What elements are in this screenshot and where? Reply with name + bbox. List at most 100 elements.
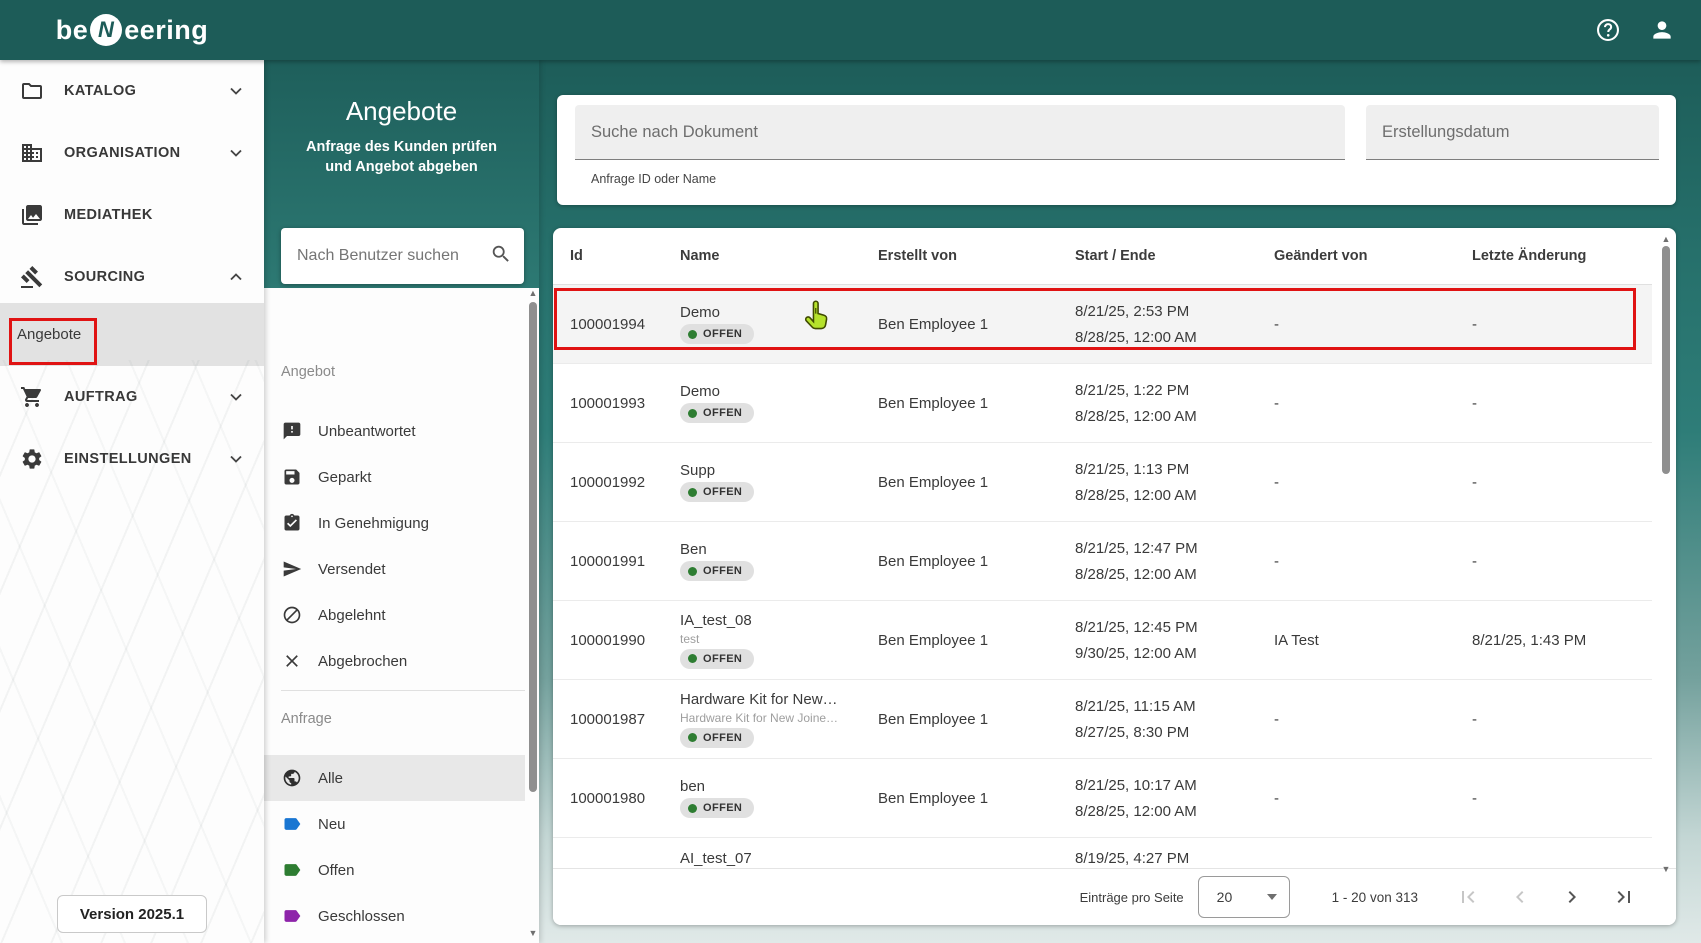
status-badge: OFFEN (680, 324, 755, 344)
sidebar-item-label: SOURCING (64, 269, 146, 285)
table-row[interactable]: 100001987 Hardware Kit for New… Hardware K… (553, 680, 1652, 759)
cell-name: IA_test_08 test OFFEN (680, 612, 878, 669)
first-page-icon[interactable] (1456, 885, 1480, 909)
table-row[interactable]: 100001991 Ben OFFEN Ben Employee 1 8/21/25, … (553, 522, 1652, 601)
next-page-icon[interactable] (1560, 885, 1584, 909)
cell-start-end: 8/21/25, 1:13 PM 8/28/25, 12:00 AM (1075, 461, 1274, 504)
start-date: 8/21/25, 1:13 PM (1075, 460, 1190, 478)
filter-item-final[interactable]: Final (264, 939, 525, 943)
sidebar-item-mediathek[interactable]: MEDIATHEK (0, 184, 264, 246)
table-row[interactable]: 100001993 Demo OFFEN Ben Employee 1 8/21/25,… (553, 364, 1652, 443)
status-badge: OFFEN (680, 403, 755, 423)
chevron-down-icon (226, 81, 246, 101)
filter-item-unbeantwortet[interactable]: Unbeantwortet (264, 408, 525, 454)
send-icon (282, 559, 302, 579)
offer-subtitle: Hardware Kit for New Joine… (680, 710, 839, 725)
status-badge-label: OFFEN (703, 731, 743, 744)
sidebar-item-auftrag[interactable]: AUFTRAG (0, 366, 264, 428)
sidebar-subitem-label: Angebote (17, 326, 82, 343)
user-search-input[interactable]: Nach Benutzer suchen (281, 228, 524, 284)
cell-id: 100001991 (570, 552, 646, 570)
filter-item-geparkt[interactable]: Geparkt (264, 454, 525, 500)
user-icon[interactable] (1649, 17, 1675, 43)
end-date: 8/28/25, 12:00 AM (1075, 407, 1197, 425)
cell-name: Supp OFFEN (680, 462, 878, 502)
end-date: 9/30/25, 12:00 AM (1075, 644, 1197, 662)
status-dot-icon (688, 733, 697, 742)
version-button[interactable]: Version 2025.1 (57, 895, 207, 933)
table-scrollbar[interactable]: ▲ ▼ (1660, 232, 1672, 925)
chevron-down-icon (226, 449, 246, 469)
save-icon (282, 467, 302, 487)
media-library-icon (20, 203, 44, 227)
filter-panel: Angebote Anfrage des Kunden prüfen und A… (264, 60, 539, 943)
filter-item-abgebrochen[interactable]: Abgebrochen (264, 638, 525, 684)
sidebar-item-label: ORGANISATION (64, 145, 181, 161)
sidebar-item-organisation[interactable]: ORGANISATION (0, 122, 264, 184)
status-badge-label: OFFEN (703, 328, 743, 340)
app-logo: be Neering (0, 14, 264, 46)
scroll-up-icon[interactable]: ▲ (528, 288, 538, 298)
sidebar-item-angebote[interactable]: Angebote (0, 303, 264, 366)
sidebar-item-katalog[interactable]: KATALOG (0, 60, 264, 122)
page-subtitle: Anfrage des Kunden prüfen und Angebot ab… (306, 139, 497, 175)
status-badge-label: OFFEN (703, 565, 743, 577)
sidebar-item-einstellungen[interactable]: EINSTELLUNGEN (0, 428, 264, 490)
dropdown-arrow-icon (1266, 894, 1277, 900)
previous-page-icon[interactable] (1508, 885, 1532, 909)
offer-name: AI_test_07 (680, 850, 752, 867)
cell-creator: Ben Employee 1 (878, 315, 989, 333)
filter-item-label: Abgebrochen (318, 652, 408, 670)
status-badge-label: OFFEN (703, 486, 743, 498)
table-row[interactable]: 100001980 ben OFFEN Ben Employee 1 8/21/25, … (553, 759, 1652, 838)
cell-id: 100001993 (570, 394, 646, 412)
start-date: 8/21/25, 10:17 AM (1075, 776, 1197, 794)
filter-panel-scrollbar[interactable]: ▲ ▼ (527, 60, 539, 943)
status-badge: OFFEN (680, 482, 755, 502)
document-search-input[interactable]: Suche nach Dokument (575, 105, 1345, 160)
last-page-icon[interactable] (1612, 885, 1636, 909)
cell-changed-by: - (1274, 552, 1279, 570)
logo-text-pre: be (55, 14, 89, 45)
creation-date-input[interactable]: Erstellungsdatum (1366, 105, 1659, 160)
cell-creator: Ben Employee 1 (878, 473, 989, 491)
filter-item-alle[interactable]: Alle (264, 755, 525, 801)
filter-item-abgelehnt[interactable]: Abgelehnt (264, 592, 525, 638)
column-header: Name (680, 248, 720, 264)
status-badge: OFFEN (680, 648, 755, 669)
user-search-placeholder: Nach Benutzer suchen (297, 247, 459, 264)
filter-item-offen[interactable]: Offen (264, 847, 525, 893)
table-row[interactable]: 100001990 IA_test_08 test OFFEN Ben Employee… (553, 601, 1652, 680)
filter-item-label: In Genehmigung (318, 514, 429, 532)
status-badge-label: OFFEN (703, 652, 743, 665)
scroll-down-icon[interactable]: ▼ (1661, 864, 1671, 874)
cell-last-change: - (1472, 789, 1477, 807)
cell-name: Ben OFFEN (680, 541, 878, 581)
cell-creator: Ben Employee 1 (878, 789, 989, 807)
cell-creator: Ben Employee 1 (878, 631, 989, 649)
tag-icon (282, 906, 302, 926)
table-row[interactable]: 100001992 Supp OFFEN Ben Employee 1 8/21/25,… (553, 443, 1652, 522)
table-row[interactable]: 100001994 Demo OFFEN Ben Employee 1 8/21/25,… (553, 285, 1652, 364)
close-icon (282, 651, 302, 671)
status-dot-icon (688, 654, 697, 663)
scroll-down-icon[interactable]: ▼ (528, 928, 538, 938)
filter-item-versendet[interactable]: Versendet (264, 546, 525, 592)
filter-item-neu[interactable]: Neu (264, 801, 525, 847)
status-dot-icon (688, 566, 697, 576)
tag-icon (282, 860, 302, 880)
filter-item-geschlossen[interactable]: Geschlossen (264, 893, 525, 939)
cell-changed-by: - (1274, 789, 1279, 807)
scroll-up-icon[interactable]: ▲ (1661, 234, 1671, 244)
filter-section-header: Angebot (281, 364, 336, 380)
sidebar-item-sourcing[interactable]: SOURCING (0, 246, 264, 308)
document-search-placeholder: Suche nach Dokument (591, 122, 758, 141)
column-header: Geändert von (1274, 248, 1368, 264)
cell-start-end: 8/21/25, 12:47 PM 8/28/25, 12:00 AM (1075, 540, 1274, 583)
page-size-select[interactable]: 20 (1197, 876, 1290, 918)
filter-item-in-genehmigung[interactable]: In Genehmigung (264, 500, 525, 546)
creation-date-placeholder: Erstellungsdatum (1382, 122, 1510, 141)
start-date: 8/19/25, 4:27 PM (1075, 850, 1190, 867)
table-footer: Einträge pro Seite 20 1 - 20 von 313 (553, 868, 1676, 925)
help-icon[interactable] (1595, 17, 1621, 43)
